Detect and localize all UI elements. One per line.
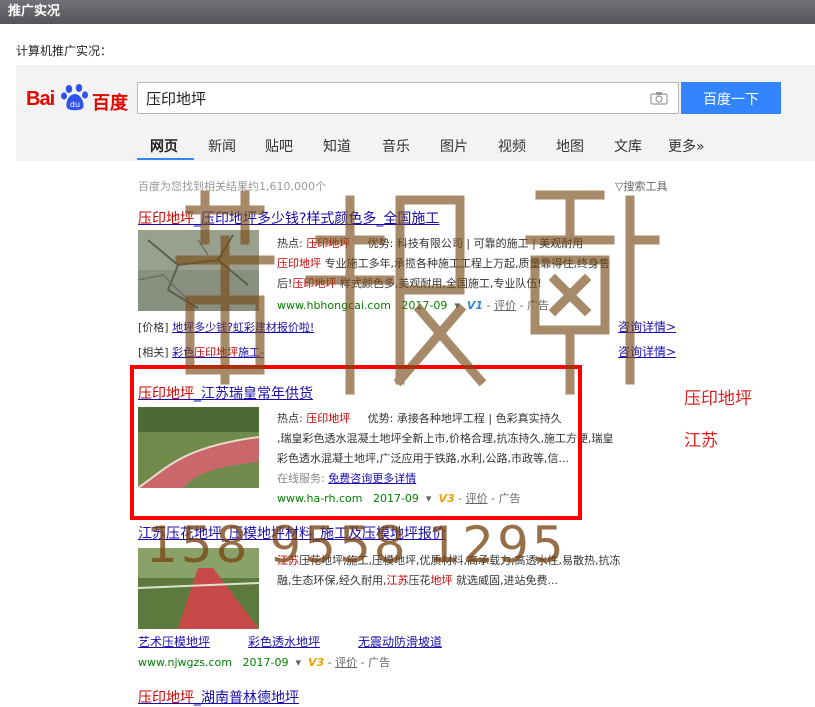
result-stats: 百度为您找到相关结果约1,610,000个 xyxy=(138,180,326,193)
result-title[interactable]: 压印地坪_压印地坪多少钱?样式颜色多_全国施工 xyxy=(138,208,439,228)
consult-link[interactable]: 咨询详情> xyxy=(618,343,676,360)
sublink-text: 彩色 xyxy=(172,346,195,359)
result-title[interactable]: 压印地坪_湖南普林德地坪 xyxy=(138,687,299,707)
app-header: 推广实况 xyxy=(0,0,815,24)
sublink-text: 施工- xyxy=(238,346,265,359)
ad-label: 广告 xyxy=(527,299,550,312)
sublink-row: [价格] 地坪多少钱?虹彩建材报价啦! xyxy=(138,319,314,335)
result-url[interactable]: www.njwgzs.com xyxy=(138,656,232,669)
desc-line: 江苏压花地坪,施工,压模地坪,优质材料,高承载力,高透水性,易散热,抗冻 xyxy=(277,551,677,571)
highlight-box xyxy=(130,365,582,520)
title-keyword: 压印地坪 xyxy=(138,690,194,706)
result-thumbnail[interactable] xyxy=(138,548,259,629)
sitelink[interactable]: 无震动防滑坡道 xyxy=(358,633,442,650)
sublink[interactable]: 地坪多少钱?虹彩建材报价啦! xyxy=(172,321,314,334)
tab-web[interactable]: 网页 xyxy=(150,136,178,156)
rate-link[interactable]: 评价 xyxy=(494,299,516,312)
dropdown-icon[interactable]: ▾ xyxy=(295,656,301,669)
logo-badge-text: du xyxy=(70,100,80,109)
result-url[interactable]: www.hbhongcai.com xyxy=(277,299,391,312)
tab-news[interactable]: 新闻 xyxy=(208,136,236,156)
result-title[interactable]: 江苏压花地坪_压模地坪材料_施工及压模地坪报价 xyxy=(138,523,446,543)
annotation-region: 江苏 xyxy=(684,431,718,451)
annotation-keyword: 压印地坪 xyxy=(684,389,752,409)
title-text: _压印地坪多少钱?样式颜色多_全国施工 xyxy=(194,211,440,227)
v1-badge-icon[interactable]: V1 xyxy=(467,299,483,312)
desc-text: 压花地坪,施工,压模地坪,优质材料,高承载力,高透水性,易散热,抗冻 xyxy=(299,554,621,567)
tab-more[interactable]: 更多» xyxy=(668,136,705,156)
ad-label: 广告 xyxy=(368,656,391,669)
desc-text: 后! xyxy=(277,277,293,290)
desc-text: 优势: 科技有限公司 | 可靠的施工 | 美观耐用 xyxy=(350,237,584,250)
logo-text-bai: Bai xyxy=(26,88,55,110)
desc-keyword: 压印地坪 xyxy=(306,237,351,250)
tab-wenku[interactable]: 文库 xyxy=(614,136,642,156)
paw-icon: du xyxy=(61,84,88,111)
sublink-keyword: 压印地坪 xyxy=(194,346,239,359)
title-text: _湖南普林德地坪 xyxy=(194,690,299,706)
desc-line: 后!压印地坪 样式颜色多,美观耐用,全国施工,专业队伍! xyxy=(277,274,677,294)
result-meta: www.hbhongcai.com 2017-09 ▾ V1 - 评价 - 广告 xyxy=(277,299,550,312)
desc-keyword: 压印地坪 xyxy=(292,277,337,290)
sublink-row: [相关] 彩色压印地坪施工- xyxy=(138,344,264,360)
tab-music[interactable]: 音乐 xyxy=(382,136,410,156)
desc-keyword: 江苏 xyxy=(386,574,409,587)
search-button[interactable]: 百度一下 xyxy=(681,82,781,114)
tab-tieba[interactable]: 贴吧 xyxy=(265,136,293,156)
desc-keyword: 江苏 xyxy=(277,554,299,567)
tab-video[interactable]: 视频 xyxy=(498,136,526,156)
camera-icon[interactable] xyxy=(650,91,668,105)
search-tools-label: 搜索工具 xyxy=(623,180,668,193)
sublink-label: [价格] xyxy=(138,321,169,334)
tab-images[interactable]: 图片 xyxy=(440,136,468,156)
baidu-logo[interactable]: Bai du 百度 xyxy=(26,84,130,114)
rate-link[interactable]: 评价 xyxy=(335,656,357,669)
active-tab-indicator xyxy=(137,158,194,160)
desc-text: 样式颜色多,美观耐用,全国施工,专业队伍! xyxy=(336,277,542,290)
desc-text: 就选威固,进站免费... xyxy=(452,574,558,587)
desc-text: 压花 xyxy=(408,574,431,587)
dropdown-icon[interactable]: ▾ xyxy=(454,299,460,312)
result-date: 2017-09 xyxy=(401,299,448,312)
desc-line: 融,生态环保,经久耐用,江苏压花地坪 就选威固,进站免费... xyxy=(277,571,677,591)
result-description: 热点: 压印地坪 优势: 科技有限公司 | 可靠的施工 | 美观耐用 压印地坪 … xyxy=(277,234,677,294)
result-date: 2017-09 xyxy=(242,656,289,669)
tab-zhidao[interactable]: 知道 xyxy=(323,136,351,156)
desc-label: 热点: xyxy=(277,237,307,250)
sublink-label: [相关] xyxy=(138,346,169,359)
search-input[interactable] xyxy=(146,88,626,108)
sublink[interactable]: 彩色压印地坪施工- xyxy=(172,346,264,359)
sitelink[interactable]: 彩色透水地坪 xyxy=(248,633,320,650)
page-subtitle: 计算机推广实况： xyxy=(16,44,113,58)
desc-line: 压印地坪 专业施工多年,承揽各种施工工程上万起,质量靠得住,终身售 xyxy=(277,254,677,274)
search-tools[interactable]: ▽搜索工具 xyxy=(615,178,667,194)
consult-link[interactable]: 咨询详情> xyxy=(618,318,676,335)
title-keyword: 压印地坪 xyxy=(138,211,194,227)
desc-line: 热点: 压印地坪 优势: 科技有限公司 | 可靠的施工 | 美观耐用 xyxy=(277,234,677,254)
v3-badge-icon[interactable]: V3 xyxy=(308,656,324,669)
desc-keyword: 压印地坪 xyxy=(277,257,321,270)
logo-text-baidu: 百度 xyxy=(92,93,128,114)
sitelink[interactable]: 艺术压模地坪 xyxy=(138,633,210,650)
result-thumbnail[interactable] xyxy=(138,230,259,311)
desc-text: 融,生态环保,经久耐用, xyxy=(277,574,387,587)
search-box xyxy=(137,82,679,114)
desc-keyword: 地坪 xyxy=(430,574,453,587)
desc-text: 专业施工多年,承揽各种施工工程上万起,质量靠得住,终身售 xyxy=(321,257,610,270)
result-description: 江苏压花地坪,施工,压模地坪,优质材料,高承载力,高透水性,易散热,抗冻 融,生… xyxy=(277,551,677,591)
tab-map[interactable]: 地图 xyxy=(556,136,584,156)
result-meta: www.njwgzs.com 2017-09 ▾ V3 - 评价 - 广告 xyxy=(138,656,391,669)
